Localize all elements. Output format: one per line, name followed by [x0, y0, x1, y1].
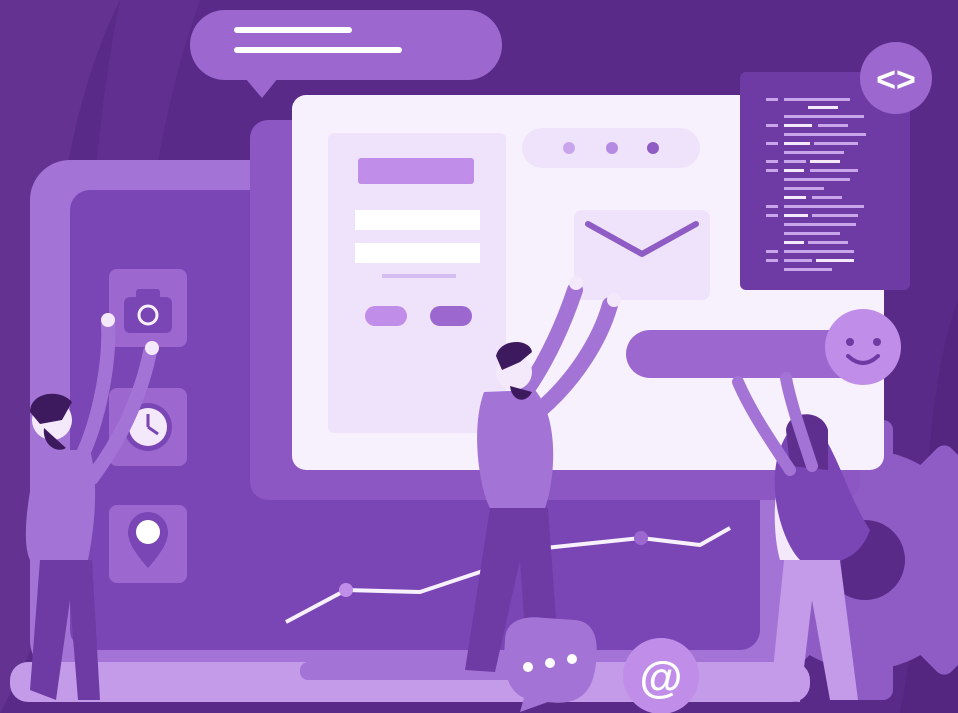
speech-bubble-top	[190, 10, 502, 98]
code-badge-label: <>	[876, 61, 916, 99]
password-field	[355, 243, 480, 263]
web-dev-illustration: <> @	[0, 0, 958, 713]
illustration-canvas: <> @	[0, 0, 958, 713]
login-form-card	[328, 133, 506, 433]
username-field	[355, 210, 480, 230]
smiley-icon	[825, 309, 901, 385]
form-divider	[382, 274, 456, 278]
pagination-dots	[522, 128, 700, 168]
at-sign-label: @	[640, 653, 683, 702]
app-icon-location	[109, 505, 187, 583]
form-button-left	[365, 306, 407, 326]
app-icon-camera	[109, 269, 187, 347]
envelope-card	[574, 210, 710, 300]
form-header	[358, 158, 474, 184]
form-button-right	[430, 306, 472, 326]
